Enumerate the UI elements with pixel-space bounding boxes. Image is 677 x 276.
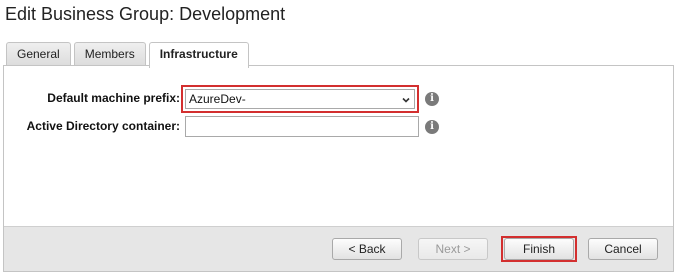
info-icon[interactable]: i (425, 120, 439, 134)
ad-container-row: Active Directory container: (0, 119, 180, 133)
ad-container-input[interactable] (185, 116, 419, 137)
tab-infrastructure[interactable]: Infrastructure (148, 42, 249, 68)
tab-members[interactable]: Members (73, 42, 146, 66)
tab-general[interactable]: General (6, 42, 71, 66)
machine-prefix-row: Default machine prefix: (0, 91, 180, 105)
back-button[interactable]: < Back (332, 238, 402, 260)
tab-bar: General Members Infrastructure (6, 42, 249, 68)
next-button[interactable]: Next > (418, 238, 488, 260)
machine-prefix-highlight: AzureDev- (181, 85, 419, 113)
machine-prefix-label: Default machine prefix: (47, 91, 180, 105)
cancel-button[interactable]: Cancel (588, 238, 658, 260)
info-icon[interactable]: i (425, 92, 439, 106)
finish-button[interactable]: Finish (504, 238, 574, 260)
chevron-down-icon (402, 97, 410, 103)
dialog-title: Edit Business Group: Development (5, 4, 286, 24)
machine-prefix-select[interactable]: AzureDev- (185, 89, 415, 109)
ad-container-label: Active Directory container: (26, 119, 180, 133)
machine-prefix-value: AzureDev- (189, 92, 246, 106)
